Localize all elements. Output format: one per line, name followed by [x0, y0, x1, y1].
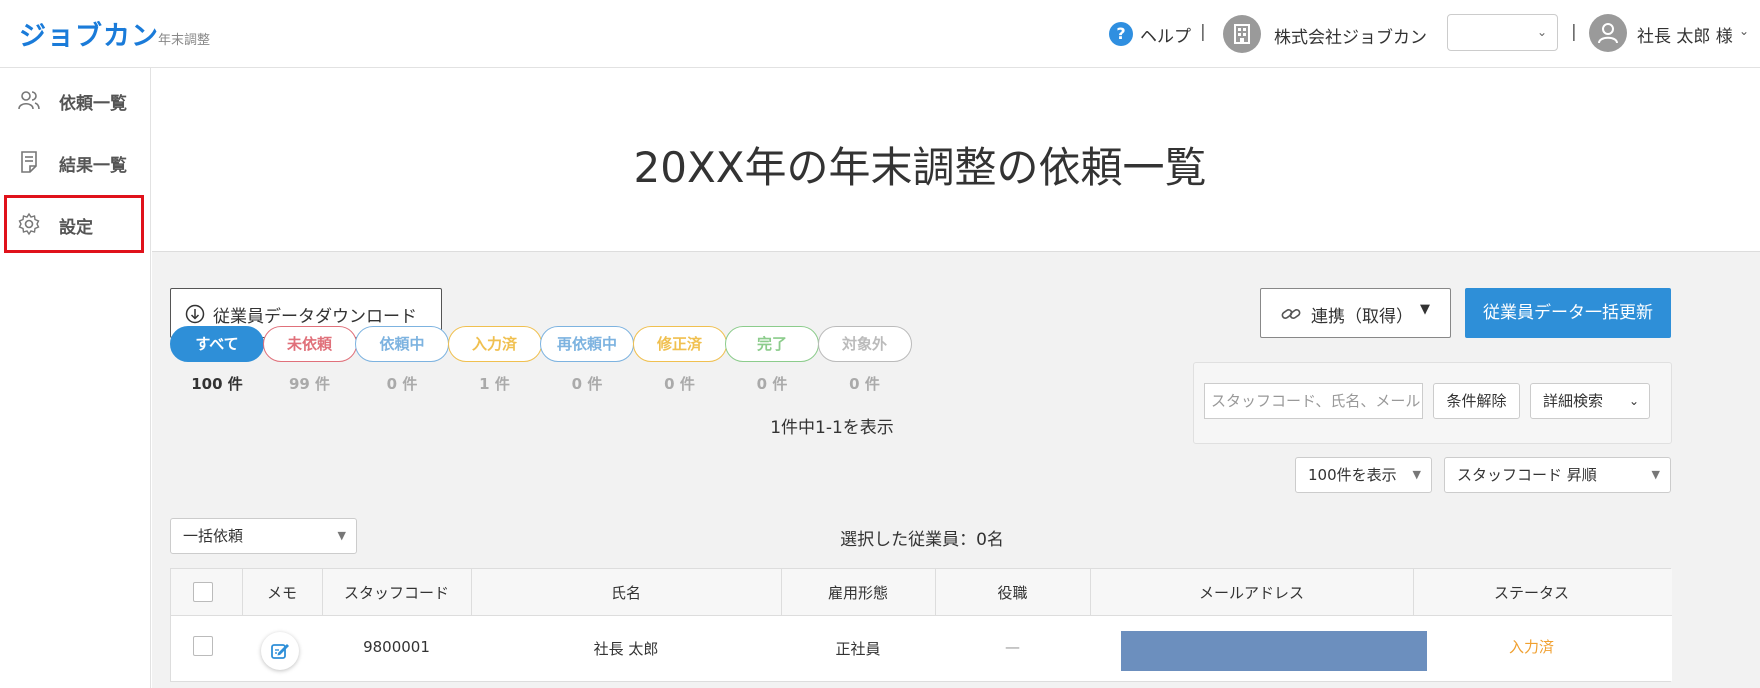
sidebar: 依頼一覧 結果一覧 設定 [0, 68, 151, 688]
page-title: 20XX年の年末調整の依頼一覧 [633, 143, 1207, 192]
status-filter-count: 0 件 [756, 375, 788, 393]
per-page-select[interactable]: 100件を表示 ▼ [1295, 457, 1432, 493]
caret-down-icon: ▼ [1651, 468, 1660, 481]
status-filter-count: 0 件 [849, 375, 880, 393]
select-all-checkbox[interactable] [193, 582, 213, 602]
document-icon [17, 150, 41, 174]
download-button-label: 従業員データダウンロード [213, 307, 417, 327]
status-filter-count: 0 件 [571, 375, 603, 393]
bulk-update-button[interactable]: 従業員データ一括更新 [1465, 288, 1671, 338]
sidebar-item-result-list[interactable]: 結果一覧 [7, 136, 141, 188]
sidebar-item-label: 設定 [59, 218, 93, 238]
sidebar-item-label: 依頼一覧 [59, 94, 127, 114]
gear-icon [17, 212, 41, 236]
selected-employees-text: 選択した従業員：0名 [840, 530, 1004, 550]
caret-down-icon: ▼ [1412, 468, 1421, 481]
column-header-memo: メモ [266, 584, 297, 602]
company-name: 株式会社ジョブカン [1274, 28, 1427, 48]
chevron-down-icon: ⌄ [1536, 25, 1547, 39]
users-icon [17, 88, 41, 112]
advanced-search-label: 詳細検索 [1543, 392, 1604, 410]
edit-memo-icon [271, 644, 289, 659]
app-logo-subtitle: 年末調整 [158, 33, 211, 48]
table-row[interactable]: 9800001 社長 太郎 正社員 — 入力済 [171, 616, 1672, 681]
company-select[interactable]: ⌄ [1447, 14, 1558, 51]
app-header: ジョブカン 年末調整 ? ヘルプ | 株式会社ジョブカン ⌄ | 社長 太郎 様… [0, 0, 1760, 68]
help-link[interactable]: ヘルプ [1140, 22, 1191, 47]
column-header-position[interactable]: 役職 [935, 582, 1090, 603]
sidebar-item-settings[interactable]: 設定 [4, 195, 144, 253]
column-header-staff-code[interactable]: スタッフコード [322, 582, 471, 603]
advanced-search-button[interactable]: 詳細検索 ⌄ [1530, 383, 1650, 419]
building-icon [1223, 15, 1261, 53]
staff-code-cell: 9800001 [363, 638, 430, 656]
memo-button[interactable] [261, 632, 299, 670]
search-input[interactable]: スタッフコード、氏名、メール [1204, 383, 1423, 419]
status-filter-pill[interactable]: 対象外 [817, 326, 912, 362]
status-filter-pill[interactable]: 未依頼 [262, 326, 357, 362]
status-filter-pill[interactable]: すべて [170, 326, 264, 362]
position-cell: — [1005, 638, 1020, 656]
status-filter-pill[interactable]: 完了 [725, 326, 819, 362]
status-cell: 入力済 [1508, 638, 1554, 656]
column-header-name[interactable]: 氏名 [471, 582, 781, 603]
bulk-action-value: 一括依頼 [183, 527, 244, 545]
caret-down-icon: ▼ [337, 529, 346, 542]
page-title-area: 20XX年の年末調整の依頼一覧 [152, 68, 1760, 252]
status-filter-pill[interactable]: 入力済 [447, 326, 542, 362]
chevron-down-icon[interactable]: ⌄ [1739, 24, 1749, 38]
status-filter-count: 0 件 [664, 375, 695, 393]
link-fetch-button[interactable]: 連携（取得） ▼ [1260, 288, 1451, 338]
link-icon [1281, 306, 1301, 327]
header-separator: | [1200, 22, 1206, 42]
row-checkbox[interactable] [193, 636, 213, 656]
sidebar-item-request-list[interactable]: 依頼一覧 [7, 74, 141, 126]
employee-table: メモ スタッフコード 氏名 雇用形態 役職 メールアドレス ステータス 9800… [170, 568, 1672, 682]
user-name[interactable]: 社長 太郎 様 [1637, 22, 1733, 47]
status-filter-pill[interactable]: 依頼中 [355, 326, 449, 362]
user-avatar-icon[interactable] [1589, 14, 1627, 52]
column-header-employment[interactable]: 雇用形態 [781, 582, 935, 603]
chevron-down-icon: ⌄ [1628, 394, 1639, 408]
column-header-status[interactable]: ステータス [1413, 582, 1650, 603]
email-cell-redacted [1121, 631, 1427, 671]
sort-select[interactable]: スタッフコード 昇順 ▼ [1444, 457, 1671, 493]
status-filter-count: 1 件 [479, 375, 510, 393]
status-filter-pill[interactable]: 修正済 [632, 326, 727, 362]
status-filter-count: 100 件 [191, 375, 243, 393]
status-filter-pill[interactable]: 再依頼中 [540, 326, 634, 362]
table-header: メモ スタッフコード 氏名 雇用形態 役職 メールアドレス ステータス [171, 569, 1672, 616]
result-count-text: 1件中1-1を表示 [770, 418, 894, 438]
link-button-label: 連携（取得） [1311, 307, 1413, 327]
status-filter-count: 0 件 [386, 375, 418, 393]
main-content: 従業員データダウンロード 連携（取得） ▼ 従業員データ一括更新 すべて 100 … [152, 252, 1760, 688]
sidebar-item-label: 結果一覧 [59, 156, 127, 176]
help-icon[interactable]: ? [1109, 22, 1133, 46]
column-header-email[interactable]: メールアドレス [1090, 582, 1413, 603]
name-cell[interactable]: 社長 太郎 [471, 638, 781, 659]
employment-cell: 正社員 [835, 640, 881, 658]
search-panel: スタッフコード、氏名、メール 条件解除 詳細検索 ⌄ [1193, 362, 1672, 444]
per-page-value: 100件を表示 [1308, 466, 1397, 484]
bulk-action-select[interactable]: 一括依頼 ▼ [170, 518, 357, 554]
app-logo[interactable]: ジョブカン [19, 14, 159, 53]
clear-conditions-button[interactable]: 条件解除 [1433, 383, 1520, 419]
header-separator: | [1571, 22, 1577, 42]
sort-value: スタッフコード 昇順 [1457, 466, 1597, 484]
download-icon [185, 304, 205, 324]
caret-down-icon: ▼ [1420, 302, 1430, 317]
status-filter-count: 99 件 [288, 375, 331, 393]
